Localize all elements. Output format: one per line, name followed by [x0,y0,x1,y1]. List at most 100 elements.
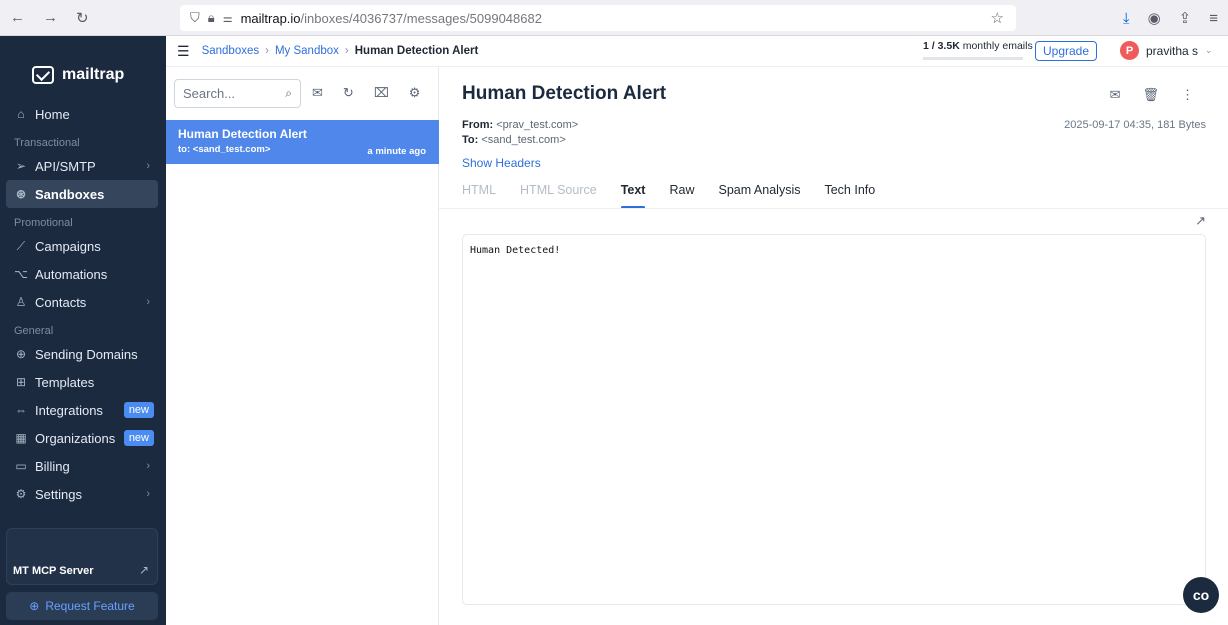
sidebar-item-label: Integrations [35,402,103,418]
list-toolbar: ✉ ↻ ⌧ ⚙ [312,85,420,101]
sidebar-item-label: Sandboxes [35,186,105,202]
menu-icon[interactable]: ≡ [1209,10,1218,27]
upgrade-button[interactable]: Upgrade [1035,41,1097,61]
sidebar-item-sending-domains[interactable]: ⊕ Sending Domains [0,340,166,368]
clear-inbox-icon[interactable]: ⌧ [374,85,389,101]
search-input[interactable]: Search... ⌕ [174,79,301,108]
permissions-icon: ⚌ [222,12,233,25]
trash-icon[interactable]: 🗑︎ [1142,87,1159,103]
list-item[interactable]: Human Detection Alert to: <sand_test.com… [166,120,439,164]
message-meta: 2025-09-17 04:35, 181 Bytes [1064,119,1206,131]
sidebar-item-settings[interactable]: ⚙ Settings › [0,480,166,508]
download-icon[interactable]: ⤓ [1123,10,1130,27]
tab-text[interactable]: Text [620,183,645,209]
breadcrumb-sandboxes[interactable]: Sandboxes [202,45,260,57]
message-time: a minute ago [367,146,426,157]
to-label: To: [462,134,479,146]
top-bar: ☰ Sandboxes › My Sandbox › Human Detecti… [166,36,1228,67]
chevron-right-icon: › [146,160,150,172]
usage-meter: 1 / 3.5K monthly emails [923,40,1033,60]
message-list-pane: Search... ⌕ ✉ ↻ ⌧ ⚙ Human Detection Aler… [166,67,439,625]
sidebar: mailtrap ⌂ Home Transactional ➢ API/SMTP… [0,36,166,625]
bookmark-star-icon[interactable]: ☆ [991,9,1004,27]
tab-spam-analysis[interactable]: Spam Analysis [718,183,800,209]
link-icon: ⇔ [15,403,27,417]
sidebar-item-label: Contacts [35,294,87,310]
request-feature-button[interactable]: ⊕ Request Feature [6,592,158,620]
external-link-icon: ↗ [138,563,149,577]
new-badge: new [123,402,154,418]
address-bar[interactable]: ⛉ 🔒︎ ⚌ mailtrap.io/inboxes/4036737/messa… [180,5,1016,31]
message-body: Human Detected! [462,234,1206,605]
sidebar-item-api-smtp[interactable]: ➢ API/SMTP › [0,152,166,180]
sidebar-item-billing[interactable]: ▭ Billing › [0,452,166,480]
sidebar-item-templates[interactable]: ⊞ Templates [0,368,166,396]
lock-icon: 🔒︎ [207,10,215,25]
mailtrap-logo-icon [32,65,54,84]
send-icon: ➢ [15,159,27,173]
sidebar-item-campaigns[interactable]: ⟋ Campaigns [0,232,166,260]
sidebar-item-label: Home [35,106,70,122]
chat-button[interactable]: co [1183,577,1219,613]
message-tabs: HTML HTML Source Text Raw Spam Analysis … [462,183,875,209]
building-icon: ▦ [15,431,27,445]
sidebar-item-label: Organizations [35,430,116,446]
chevron-right-icon: › [146,296,150,308]
sidebar-item-organizations[interactable]: ▦ Organizations new [0,424,166,452]
tab-html[interactable]: HTML [462,183,496,209]
sandbox-icon: ⊛ [15,187,27,201]
usage-value: 1 / 3.5K [923,40,960,52]
breadcrumb-separator-icon: › [265,45,269,57]
url-host: mailtrap.io [240,10,301,26]
sidebar-item-integrations[interactable]: ⇔ Integrations new [0,396,166,424]
show-headers-link[interactable]: Show Headers [462,156,541,170]
chart-line-icon: ⟋ [16,238,26,253]
contacts-icon: ♙ [15,295,27,309]
extension-icon[interactable]: ◉ [1148,9,1161,27]
tab-tech-info[interactable]: Tech Info [824,183,875,209]
chevron-right-icon: › [146,488,150,500]
forward-icon[interactable]: → [43,9,58,27]
brand-logo[interactable]: mailtrap [0,36,166,94]
from-line: From: <prav_test.com> [462,119,578,131]
mark-read-icon[interactable]: ✉ [312,85,323,101]
refresh-icon[interactable]: ↻ [343,85,354,101]
message-subject: Human Detection Alert [178,127,307,141]
gear-icon: ⚙ [15,487,27,501]
gear-icon[interactable]: ⚙ [409,85,421,101]
to-line: To: <sand_test.com> [462,134,566,146]
mcp-server-card[interactable]: MT MCP Server ↗ [6,528,158,585]
user-menu[interactable]: P pravitha s ⌄ [1120,41,1213,60]
reload-icon[interactable]: ↻ [76,9,89,27]
sidebar-item-label: API/SMTP [35,158,96,174]
tabs-divider [439,208,1228,209]
browser-actions: ⤓ ◉ ⇪ ≡ [1123,0,1218,36]
external-link-icon[interactable]: ↗ [1195,213,1206,229]
sidebar-item-sandboxes[interactable]: ⊛ Sandboxes [6,180,158,208]
sidebar-item-label: Automations [35,266,108,282]
sidebar-item-contacts[interactable]: ♙ Contacts › [0,288,166,316]
back-icon[interactable]: ← [10,9,25,27]
sidebar-item-automations[interactable]: ⌥ Automations [0,260,166,288]
avatar: P [1120,41,1139,60]
forward-mail-icon[interactable]: ✉ [1110,87,1121,103]
chevron-down-icon: ⌄ [1205,45,1213,55]
sidebar-item-label: Campaigns [35,238,101,254]
tab-raw[interactable]: Raw [669,183,694,209]
search-placeholder: Search... [183,86,236,101]
share-icon[interactable]: ⇪ [1179,9,1192,27]
sidebar-item-label: Templates [35,374,95,390]
page-title: Human Detection Alert [462,83,667,104]
sidebar-item-home[interactable]: ⌂ Home [0,100,166,128]
tab-html-source[interactable]: HTML Source [520,183,597,209]
breadcrumb-my-sandbox[interactable]: My Sandbox [275,45,339,57]
to-value: <sand_test.com> [481,134,566,146]
breadcrumb: Sandboxes › My Sandbox › Human Detection… [202,45,479,57]
menu-toggle-icon[interactable]: ☰ [177,43,190,60]
sidebar-item-label: Billing [35,458,70,474]
search-icon: ⌕ [285,86,292,100]
home-icon: ⌂ [17,107,25,121]
more-icon[interactable]: ⋮ [1181,87,1194,103]
sidebar-section-promotional: Promotional [14,217,73,229]
request-feature-label: Request Feature [45,599,135,613]
